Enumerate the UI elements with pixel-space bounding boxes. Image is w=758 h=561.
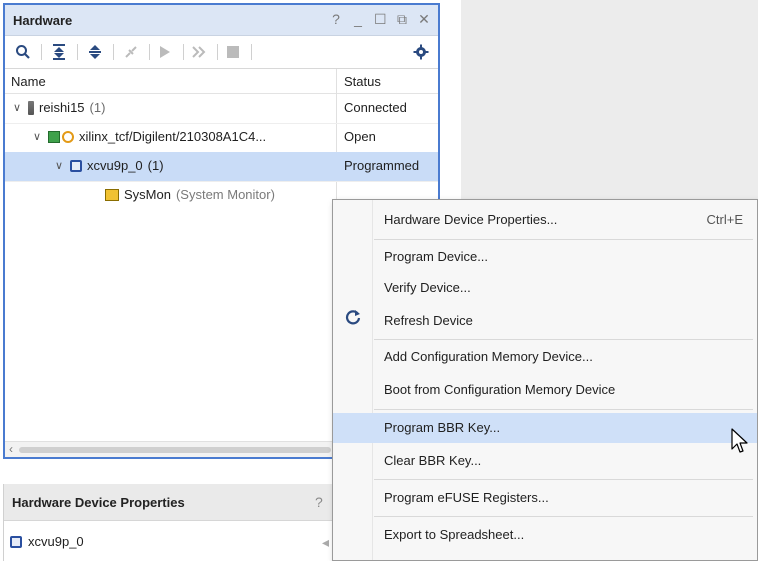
device-properties-device-name: xcvu9p_0 xyxy=(28,534,84,549)
device-properties-device: xcvu9p_0 xyxy=(10,534,84,549)
menu-item-label: Program BBR Key... xyxy=(384,420,501,435)
hardware-panel-header: Hardware ? _ ☐ ⧉ ✕ xyxy=(5,5,438,36)
auto-connect-icon xyxy=(121,42,141,62)
context-menu: Hardware Device Properties... Ctrl+E Pro… xyxy=(332,199,758,561)
menu-separator xyxy=(374,409,753,410)
menu-item-program-device[interactable]: Program Device... xyxy=(333,242,757,272)
hardware-toolbar xyxy=(5,36,438,69)
expand-all-icon[interactable] xyxy=(85,42,105,62)
menu-item-label: Hardware Device Properties... xyxy=(384,212,558,227)
host-status: Connected xyxy=(344,100,407,115)
menu-item-verify-device[interactable]: Verify Device... xyxy=(333,273,757,303)
sysmon-icon xyxy=(105,188,119,201)
sysmon-description: (System Monitor) xyxy=(175,187,275,202)
menu-item-label: Export to Spreadsheet... xyxy=(384,527,525,542)
run-icon xyxy=(155,42,175,62)
menu-separator xyxy=(374,239,753,240)
device-status: Programmed xyxy=(344,158,420,173)
minimize-icon[interactable]: _ xyxy=(352,11,364,28)
menu-item-refresh-device[interactable]: Refresh Device xyxy=(333,306,757,336)
hardware-panel-title: Hardware xyxy=(13,13,73,28)
mouse-cursor-icon xyxy=(731,428,748,453)
server-icon xyxy=(28,100,34,115)
menu-item-export-spreadsheet[interactable]: Export to Spreadsheet... xyxy=(333,520,757,550)
tree-row-target[interactable]: ∨ xilinx_tcf/Digilent/210308A1C4... Open xyxy=(5,123,438,153)
chevron-down-icon[interactable]: ∨ xyxy=(13,101,23,114)
maximize-icon[interactable]: ☐ xyxy=(374,11,387,28)
menu-item-add-config-memory[interactable]: Add Configuration Memory Device... xyxy=(333,342,757,372)
back-arrow-icon[interactable]: ◂ xyxy=(322,534,329,551)
chip-icon xyxy=(70,159,82,172)
stop-icon xyxy=(223,42,243,62)
refresh-icon xyxy=(345,309,361,330)
tree-row-device[interactable]: ∨ xcvu9p_0 (1) Programmed xyxy=(5,152,438,182)
sysmon-name: SysMon xyxy=(124,187,171,202)
chip-icon xyxy=(10,535,22,548)
host-count: (1) xyxy=(89,100,106,115)
chevron-down-icon[interactable]: ∨ xyxy=(33,130,43,143)
menu-item-clear-bbr-key[interactable]: Clear BBR Key... xyxy=(333,446,757,476)
device-name: xcvu9p_0 xyxy=(87,158,143,173)
menu-separator xyxy=(374,516,753,517)
tree-row-host[interactable]: ∨ reishi15 (1) Connected xyxy=(5,94,438,124)
menu-item-boot-from-config-memory[interactable]: Boot from Configuration Memory Device xyxy=(333,375,757,405)
menu-item-label: Boot from Configuration Memory Device xyxy=(384,382,616,397)
menu-item-label: Clear BBR Key... xyxy=(384,453,482,468)
column-header-status[interactable]: Status xyxy=(344,74,381,89)
float-icon[interactable]: ⧉ xyxy=(396,11,408,28)
menu-item-label: Verify Device... xyxy=(384,280,471,295)
menu-item-program-efuse[interactable]: Program eFUSE Registers... xyxy=(333,483,757,513)
host-name: reishi15 xyxy=(39,100,85,115)
device-properties-title: Hardware Device Properties xyxy=(12,495,185,510)
target-status: Open xyxy=(344,129,376,144)
help-icon[interactable]: ? xyxy=(330,11,342,28)
scrollbar-thumb[interactable] xyxy=(19,447,331,453)
menu-item-label: Program Device... xyxy=(384,249,489,264)
menu-separator xyxy=(374,339,753,340)
collapse-all-icon[interactable] xyxy=(49,42,69,62)
menu-item-label: Add Configuration Memory Device... xyxy=(384,349,593,364)
scroll-left-icon[interactable]: ‹ xyxy=(9,442,13,456)
column-header-name[interactable]: Name xyxy=(11,74,46,89)
close-icon[interactable]: ✕ xyxy=(418,11,430,28)
menu-item-hardware-device-properties[interactable]: Hardware Device Properties... Ctrl+E xyxy=(333,205,757,235)
menu-item-label: Refresh Device xyxy=(384,313,473,328)
device-count: (1) xyxy=(147,158,164,173)
link-icon xyxy=(62,130,74,143)
window-controls: ? _ ☐ ⧉ ✕ xyxy=(330,11,430,28)
help-icon[interactable]: ? xyxy=(315,494,323,510)
step-icon xyxy=(189,42,209,62)
menu-item-shortcut: Ctrl+E xyxy=(706,212,743,227)
menu-item-program-bbr-key[interactable]: Program BBR Key... xyxy=(333,413,757,443)
menu-item-label: Program eFUSE Registers... xyxy=(384,490,549,505)
tree-header: Name Status xyxy=(5,69,438,94)
board-icon xyxy=(48,130,60,143)
chevron-down-icon[interactable]: ∨ xyxy=(55,159,65,172)
search-icon[interactable] xyxy=(13,42,33,62)
target-name: xilinx_tcf/Digilent/210308A1C4... xyxy=(79,129,267,144)
gear-icon[interactable] xyxy=(411,42,431,62)
menu-separator xyxy=(374,479,753,480)
